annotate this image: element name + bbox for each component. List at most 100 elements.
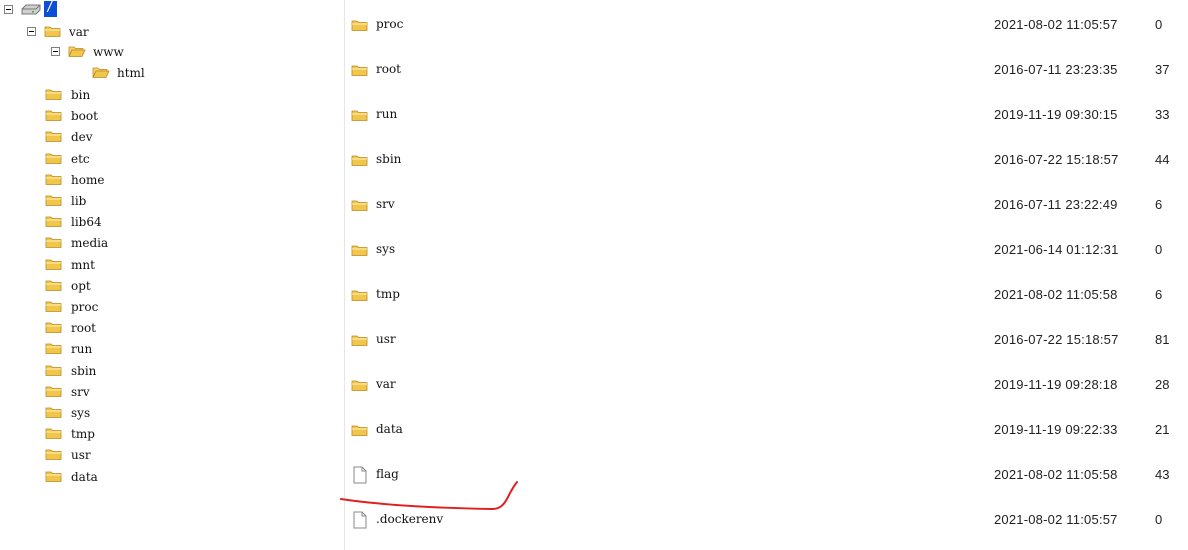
file-row[interactable]: sbin 2016-07-22 15:18:57 44: [345, 145, 1188, 175]
folder-icon: [351, 245, 368, 256]
folder-icon: [351, 110, 368, 121]
file-row[interactable]: data 2019-11-19 09:22:33 21: [345, 415, 1188, 445]
file-name: sys: [376, 242, 396, 256]
www-collapse-toggle[interactable]: [51, 47, 60, 56]
folder-open-icon: [92, 67, 110, 78]
tree-item-srv[interactable]: srv: [71, 384, 90, 400]
folder-icon: [351, 290, 368, 301]
tree-item-data[interactable]: data: [71, 469, 98, 485]
folder-icon: [45, 343, 62, 355]
file-row[interactable]: run 2019-11-19 09:30:15 33: [345, 100, 1188, 130]
file-row[interactable]: var 2019-11-19 09:28:18 28: [345, 370, 1188, 400]
file-modified-date: 2019-11-19 09:22:33: [994, 422, 1118, 437]
file-size: 6: [1155, 197, 1163, 212]
file-row[interactable]: usr 2016-07-22 15:18:57 81: [345, 325, 1188, 355]
file-name: tmp: [376, 287, 400, 301]
tree-item-boot[interactable]: boot: [71, 108, 98, 124]
tree-item-usr[interactable]: usr: [71, 447, 91, 463]
folder-icon: [45, 386, 62, 397]
file-name: .dockerenv: [376, 512, 444, 526]
folder-icon: [45, 259, 62, 270]
file-modified-date: 2021-08-02 11:05:57: [994, 512, 1118, 527]
folder-icon: [45, 365, 62, 376]
file-size: 0: [1155, 512, 1163, 527]
file-icon: [353, 511, 367, 529]
folder-open-icon: [68, 46, 86, 57]
tree-item-etc[interactable]: etc: [71, 151, 90, 167]
tree-item-proc[interactable]: proc: [71, 299, 98, 315]
folder-icon: [45, 216, 62, 228]
file-modified-date: 2019-11-19 09:28:18: [994, 377, 1118, 392]
folder-icon: [351, 200, 368, 211]
file-name: srv: [376, 197, 395, 211]
file-name: usr: [376, 332, 396, 346]
folder-icon: [45, 195, 62, 206]
file-size: 28: [1155, 377, 1170, 392]
file-name: var: [376, 377, 396, 391]
file-row[interactable]: proc 2021-08-02 11:05:57 0: [345, 10, 1188, 40]
directory-tree: var www html bin boot dev etc home lib lib64 me…: [0, 0, 344, 550]
file-name: proc: [376, 17, 404, 31]
file-size: 21: [1155, 422, 1170, 437]
folder-icon: [45, 280, 62, 291]
folder-icon: [45, 449, 62, 461]
file-name: data: [376, 422, 403, 436]
folder-icon: [45, 174, 62, 185]
file-name: flag: [376, 467, 399, 481]
file-row[interactable]: srv 2016-07-11 23:22:49 6: [345, 190, 1188, 220]
file-modified-date: 2021-08-02 11:05:57: [994, 17, 1118, 32]
file-icon: [353, 466, 367, 484]
file-name: root: [376, 62, 402, 76]
file-row[interactable]: .dockerenv 2021-08-02 11:05:57 0: [345, 505, 1188, 535]
file-modified-date: 2016-07-22 15:18:57: [994, 152, 1119, 167]
tree-item-tmp[interactable]: tmp: [71, 426, 95, 442]
folder-icon: [45, 301, 62, 312]
tree-item-sys[interactable]: sys: [71, 405, 90, 421]
folder-icon: [351, 65, 368, 76]
tree-item-run[interactable]: run: [71, 341, 92, 357]
file-size: 0: [1155, 242, 1163, 257]
tree-item-root[interactable]: root: [71, 320, 96, 336]
file-modified-date: 2016-07-22 15:18:57: [994, 332, 1119, 347]
file-modified-date: 2021-08-02 11:05:58: [994, 467, 1118, 482]
tree-item-bin[interactable]: bin: [71, 87, 90, 103]
file-size: 0: [1155, 17, 1163, 32]
tree-item-www[interactable]: www: [93, 44, 124, 60]
tree-item-var[interactable]: var: [69, 24, 89, 40]
file-modified-date: 2016-07-11 23:23:35: [994, 62, 1118, 77]
folder-icon: [45, 407, 62, 418]
folder-icon: [45, 89, 62, 100]
root-node-selected[interactable]: [44, 0, 57, 17]
folder-icon: [45, 471, 62, 482]
folder-icon: [351, 155, 368, 166]
file-modified-date: 2021-08-02 11:05:58: [994, 287, 1118, 302]
tree-item-dev[interactable]: dev: [71, 129, 93, 145]
root-collapse-toggle[interactable]: [4, 5, 13, 14]
tree-item-opt[interactable]: opt: [71, 278, 91, 294]
tree-item-html[interactable]: html: [117, 65, 145, 81]
file-row[interactable]: root 2016-07-11 23:23:35 37: [345, 55, 1188, 85]
file-size: 44: [1155, 152, 1170, 167]
folder-icon: [351, 380, 368, 391]
tree-item-mnt[interactable]: mnt: [71, 257, 95, 273]
file-size: 43: [1155, 467, 1170, 482]
file-row[interactable]: sys 2021-06-14 01:12:31 0: [345, 235, 1188, 265]
tree-item-lib[interactable]: lib: [71, 193, 86, 209]
file-row[interactable]: flag 2021-08-02 11:05:58 43: [345, 460, 1188, 490]
file-row[interactable]: tmp 2021-08-02 11:05:58 6: [345, 280, 1188, 310]
file-list: proc 2021-08-02 11:05:57 0 root 2016-07-11 2…: [345, 0, 1188, 550]
file-size: 6: [1155, 287, 1163, 302]
folder-icon: [45, 322, 62, 334]
tree-item-sbin[interactable]: sbin: [71, 363, 96, 379]
folder-icon: [44, 26, 61, 37]
tree-item-lib64[interactable]: lib64: [71, 214, 102, 230]
folder-icon: [351, 425, 368, 436]
file-name: run: [376, 107, 398, 121]
tree-item-home[interactable]: home: [71, 172, 104, 188]
folder-icon: [351, 335, 368, 346]
file-name: sbin: [376, 152, 402, 166]
var-collapse-toggle[interactable]: [27, 27, 36, 36]
folder-icon: [351, 20, 368, 31]
tree-item-media[interactable]: media: [71, 235, 108, 251]
folder-icon: [45, 428, 62, 440]
